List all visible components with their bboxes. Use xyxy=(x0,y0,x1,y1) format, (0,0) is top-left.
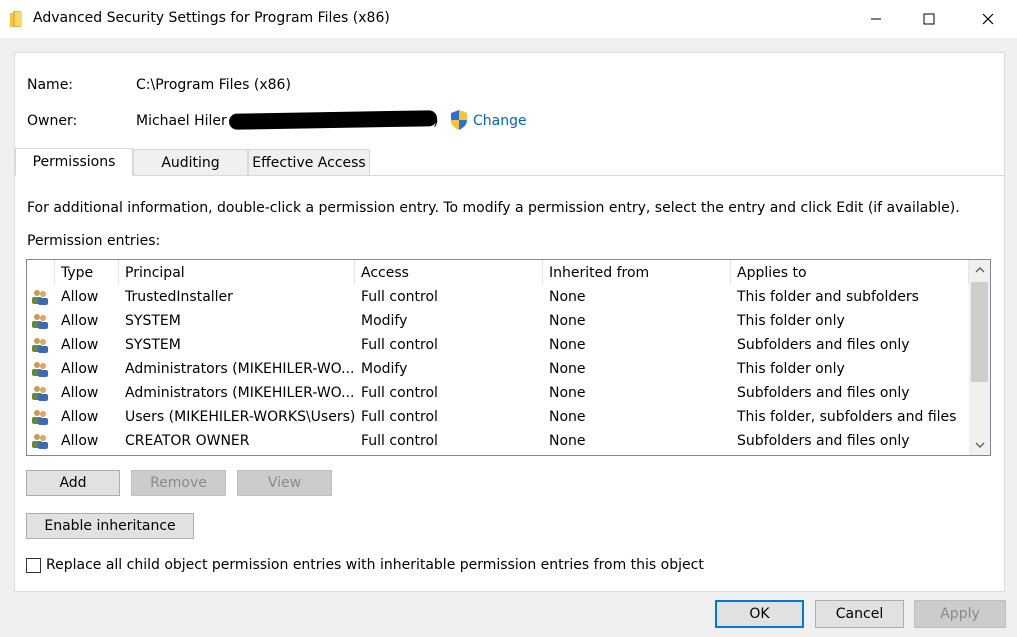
permission-row[interactable]: Allow SYSTEM Modify None This folder onl… xyxy=(27,309,969,333)
vertical-scrollbar[interactable] xyxy=(969,260,990,455)
uac-shield-icon xyxy=(449,109,469,131)
permission-row[interactable]: Allow SYSTEM Full control None Subfolder… xyxy=(27,333,969,357)
scroll-down-button[interactable] xyxy=(969,435,990,455)
permission-entries-list[interactable]: Type Principal Access Inherited from App… xyxy=(26,259,991,456)
row-type: Allow xyxy=(61,313,99,329)
row-applies-to: Subfolders and files only xyxy=(737,337,910,353)
title-bar: Advanced Security Settings for Program F… xyxy=(0,0,1017,38)
row-principal: CREATOR OWNER xyxy=(125,433,250,449)
minimize-icon xyxy=(871,18,881,20)
row-principal: Administrators (MIKEHILER-WO... xyxy=(125,385,355,401)
users-icon xyxy=(27,333,55,357)
row-inherited-from: None xyxy=(549,385,586,401)
maximize-icon xyxy=(923,13,935,25)
cancel-button[interactable]: Cancel xyxy=(815,600,904,628)
remove-button[interactable]: Remove xyxy=(131,470,226,496)
name-value: C:\Program Files (x86) xyxy=(136,77,291,93)
permission-row[interactable]: Allow Users (MIKEHILER-WORKS\Users) Full… xyxy=(27,405,969,429)
permission-row[interactable]: Allow CREATOR OWNER Full control None Su… xyxy=(27,429,969,453)
folder-icon xyxy=(10,11,24,27)
users-icon xyxy=(27,285,55,309)
users-icon xyxy=(27,429,55,453)
row-type: Allow xyxy=(61,433,99,449)
row-inherited-from: None xyxy=(549,361,586,377)
row-applies-to: This folder, subfolders and files xyxy=(737,409,957,425)
row-inherited-from: None xyxy=(549,289,586,305)
row-principal: TrustedInstaller xyxy=(125,289,233,305)
column-header-type[interactable]: Type xyxy=(55,260,119,285)
row-applies-to: This folder and subfolders xyxy=(737,289,919,305)
change-owner-link[interactable]: Change xyxy=(473,113,527,129)
minimize-button[interactable] xyxy=(853,0,899,38)
list-header: Type Principal Access Inherited from App… xyxy=(27,260,969,285)
permission-row[interactable]: Allow Administrators (MIKEHILER-WO... Fu… xyxy=(27,381,969,405)
column-header-access[interactable]: Access xyxy=(355,260,543,285)
row-inherited-from: None xyxy=(549,433,586,449)
row-access: Full control xyxy=(361,337,438,353)
tab-effective-access[interactable]: Effective Access xyxy=(248,149,370,176)
apply-button[interactable]: Apply xyxy=(914,600,1006,628)
row-applies-to: This folder only xyxy=(737,361,845,377)
permission-row[interactable]: Allow Administrators (MIKEHILER-WO... Mo… xyxy=(27,357,969,381)
replace-child-permissions-checkbox[interactable] xyxy=(26,557,41,573)
scroll-up-button[interactable] xyxy=(969,260,990,280)
row-access: Modify xyxy=(361,313,408,329)
row-type: Allow xyxy=(61,289,99,305)
row-inherited-from: None xyxy=(549,313,586,329)
owner-label: Owner: xyxy=(27,113,78,129)
redaction-mark xyxy=(228,110,438,130)
column-header-inherited-from[interactable]: Inherited from xyxy=(543,260,731,285)
row-type: Allow xyxy=(61,385,99,401)
row-inherited-from: None xyxy=(549,337,586,353)
maximize-button[interactable] xyxy=(906,0,952,38)
row-applies-to: This folder only xyxy=(737,313,845,329)
security-settings-panel: Name: C:\Program Files (x86) Owner: Mich… xyxy=(14,52,1005,592)
column-header-applies-to[interactable]: Applies to xyxy=(731,260,969,285)
window-title: Advanced Security Settings for Program F… xyxy=(33,10,390,26)
row-principal: SYSTEM xyxy=(125,337,181,353)
row-type: Allow xyxy=(61,409,99,425)
tab-strip: Permissions Auditing Effective Access xyxy=(15,148,1004,177)
users-icon xyxy=(27,381,55,405)
permission-row[interactable]: Allow TrustedInstaller Full control None… xyxy=(27,285,969,309)
tab-permissions[interactable]: Permissions xyxy=(15,148,133,176)
row-principal: Users (MIKEHILER-WORKS\Users) xyxy=(125,409,355,425)
permission-entries-label: Permission entries: xyxy=(27,233,161,249)
owner-value: Michael Hiler ( xyxy=(136,113,237,129)
row-access: Modify xyxy=(361,361,408,377)
owner-value-end: ) xyxy=(433,113,439,129)
users-icon xyxy=(27,357,55,381)
close-icon xyxy=(982,13,994,25)
users-icon xyxy=(27,405,55,429)
add-button[interactable]: Add xyxy=(26,470,120,496)
view-button[interactable]: View xyxy=(237,470,332,496)
row-applies-to: Subfolders and files only xyxy=(737,433,910,449)
replace-child-permissions-label: Replace all child object permission entr… xyxy=(46,557,704,573)
row-type: Allow xyxy=(61,337,99,353)
row-access: Full control xyxy=(361,289,438,305)
info-text: For additional information, double-click… xyxy=(27,200,960,216)
row-access: Full control xyxy=(361,409,438,425)
chevron-down-icon xyxy=(975,442,984,448)
row-principal: SYSTEM xyxy=(125,313,181,329)
column-header-icon xyxy=(27,260,55,285)
chevron-up-icon xyxy=(975,267,984,273)
tab-auditing[interactable]: Auditing xyxy=(133,149,248,176)
row-access: Full control xyxy=(361,385,438,401)
replace-child-permissions-option[interactable]: Replace all child object permission entr… xyxy=(26,556,704,574)
ok-button[interactable]: OK xyxy=(715,600,804,628)
column-header-principal[interactable]: Principal xyxy=(119,260,355,285)
scroll-thumb[interactable] xyxy=(971,282,988,382)
row-principal: Administrators (MIKEHILER-WO... xyxy=(125,361,355,377)
users-icon xyxy=(27,309,55,333)
name-label: Name: xyxy=(27,77,74,93)
row-inherited-from: None xyxy=(549,409,586,425)
enable-inheritance-button[interactable]: Enable inheritance xyxy=(26,513,194,539)
row-type: Allow xyxy=(61,361,99,377)
row-applies-to: Subfolders and files only xyxy=(737,385,910,401)
close-button[interactable] xyxy=(965,0,1011,38)
row-access: Full control xyxy=(361,433,438,449)
